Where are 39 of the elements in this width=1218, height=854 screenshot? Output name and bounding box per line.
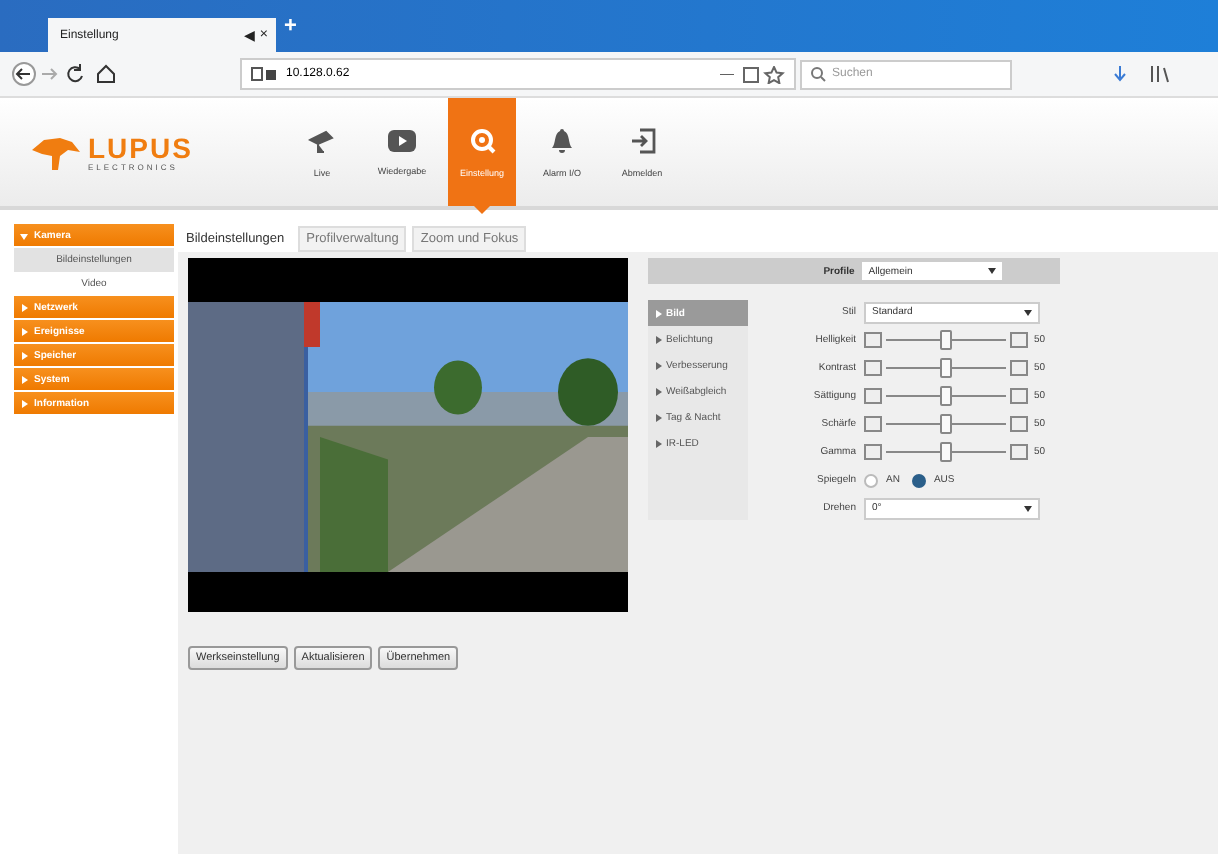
caret-right-icon bbox=[20, 327, 28, 335]
wolf-logo-icon bbox=[32, 134, 80, 170]
slider-thumb[interactable] bbox=[940, 442, 952, 462]
caret-down-icon bbox=[988, 268, 997, 274]
home-icon[interactable] bbox=[97, 64, 115, 83]
caret-down-icon bbox=[1024, 505, 1032, 511]
bookmark-icons[interactable] bbox=[742, 65, 786, 83]
logo-wordmark: LUPUS bbox=[88, 133, 193, 161]
back-icon[interactable] bbox=[12, 62, 36, 86]
download-icon[interactable] bbox=[1114, 65, 1126, 82]
forward-icon[interactable] bbox=[41, 68, 58, 80]
slider-thumb[interactable] bbox=[940, 358, 952, 378]
reload-icon[interactable] bbox=[67, 63, 83, 83]
caret-right-icon bbox=[656, 309, 662, 317]
caret-right-icon bbox=[20, 351, 28, 359]
caret-right-icon bbox=[656, 387, 662, 395]
caret-right-icon bbox=[656, 439, 662, 447]
camera-icon bbox=[308, 127, 336, 153]
logout-icon bbox=[629, 127, 655, 153]
slider-thumb[interactable] bbox=[940, 386, 952, 406]
caret-right-icon bbox=[20, 303, 28, 311]
bell-icon bbox=[550, 127, 574, 153]
new-tab-button[interactable]: + bbox=[284, 14, 297, 38]
slider-track[interactable] bbox=[886, 330, 1006, 350]
caret-right-icon bbox=[20, 399, 28, 407]
slider-thumb[interactable] bbox=[940, 330, 952, 350]
caret-right-icon bbox=[656, 361, 662, 369]
slider-thumb[interactable] bbox=[940, 414, 952, 434]
caret-down-icon bbox=[1024, 309, 1032, 315]
play-icon bbox=[388, 129, 416, 151]
caret-right-icon bbox=[656, 413, 662, 421]
library-icon[interactable] bbox=[1151, 65, 1169, 83]
caret-down-icon bbox=[20, 231, 28, 239]
caret-right-icon bbox=[20, 375, 28, 383]
radio-button[interactable] bbox=[911, 473, 926, 487]
gear-search-icon bbox=[469, 127, 495, 153]
caret-right-icon bbox=[656, 335, 662, 343]
search-icon bbox=[810, 66, 826, 82]
radio-button[interactable] bbox=[864, 473, 878, 487]
